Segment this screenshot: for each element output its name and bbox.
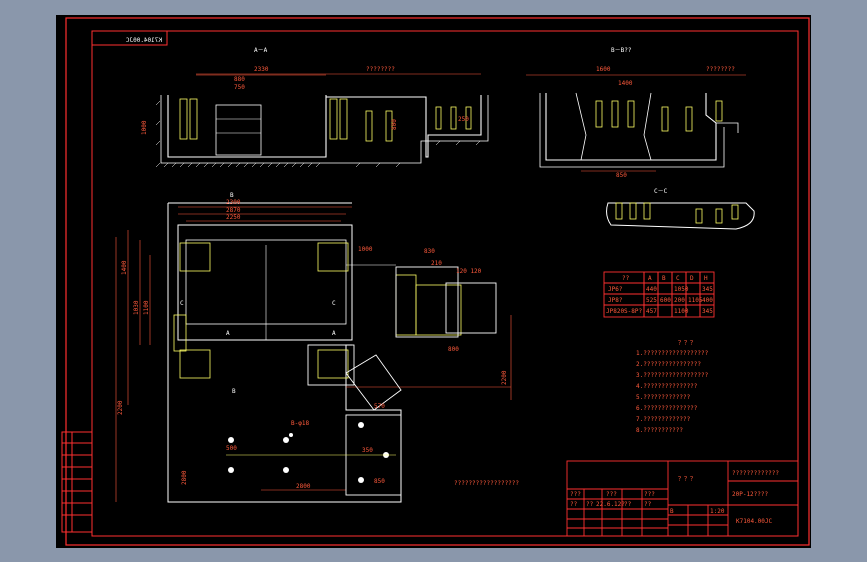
tb-row2-4: ?? xyxy=(644,501,652,508)
svg-text:B: B xyxy=(230,192,234,199)
svg-text:B: B xyxy=(670,508,674,515)
section-bb-note: ???????? xyxy=(706,66,735,73)
note-line: 5.????????????? xyxy=(636,394,691,401)
drawing-number: K7104.00JC xyxy=(736,518,773,525)
svg-text:750: 750 xyxy=(234,84,245,91)
section-aa: A－A ???????? 2330 880 750 1000 800 250 xyxy=(141,47,489,168)
svg-text:850: 850 xyxy=(374,478,385,485)
note-line: 2.???????????????? xyxy=(636,361,701,368)
spec-table: ?? A B C D H JP6? 440 1050 345 JP8? 525 … xyxy=(603,271,715,318)
drawing-title-line2: 20P-12???? xyxy=(732,491,769,498)
plan-view: B 2300 2870 2250 1400 1030 1100 2200 280… xyxy=(115,192,519,503)
tb-row2-1: ?? xyxy=(586,501,594,508)
cad-drawing-viewport[interactable]: K7104.00JC A－A ???????? 2330 880 750 100… xyxy=(56,15,811,548)
svg-text:2330: 2330 xyxy=(254,66,269,73)
technical-notes: ？？？ 1.?????????????????? 2.?????????????… xyxy=(636,340,709,434)
section-cc-label: C－C xyxy=(654,188,668,195)
note-line: 6.??????????????? xyxy=(636,405,698,412)
table-cell: JP820S-8P? xyxy=(606,308,643,315)
svg-text:1100: 1100 xyxy=(143,300,150,315)
svg-text:A: A xyxy=(226,330,230,337)
svg-text:2800: 2800 xyxy=(296,483,311,490)
svg-text:1400: 1400 xyxy=(121,260,128,275)
svg-text:2870: 2870 xyxy=(226,207,241,214)
svg-text:120 120: 120 120 xyxy=(456,268,482,275)
table-cell: 1105 xyxy=(688,297,703,304)
table-cell: JP8? xyxy=(608,297,623,304)
tb-row2-date: 22.6.12? xyxy=(596,501,625,508)
section-bb: B－B?? ???????? 1600 1400 850 xyxy=(526,47,746,179)
svg-text:880: 880 xyxy=(234,76,245,83)
svg-text:800: 800 xyxy=(391,119,398,130)
svg-text:350: 350 xyxy=(362,447,373,454)
svg-text:850: 850 xyxy=(616,172,627,179)
tb-row1-1: ??? xyxy=(606,491,617,498)
svg-text:C: C xyxy=(180,300,184,307)
svg-text:A: A xyxy=(332,330,336,337)
svg-text:2300: 2300 xyxy=(226,199,241,206)
table-cell: 1050 xyxy=(674,286,689,293)
svg-text:1030: 1030 xyxy=(133,300,140,315)
svg-text:??????????????????: ?????????????????? xyxy=(454,480,519,487)
svg-text:2250: 2250 xyxy=(226,214,241,221)
svg-text:800: 800 xyxy=(448,346,459,353)
notes-title: ？？？ xyxy=(678,340,696,347)
table-cell: 600 xyxy=(660,297,671,304)
table-cell: 457 xyxy=(646,308,657,315)
drawing-scale: 1:20 xyxy=(710,508,725,515)
svg-text:830: 830 xyxy=(424,248,435,255)
svg-text:B-φ18: B-φ18 xyxy=(291,420,309,427)
table-header-4: D xyxy=(690,275,694,282)
svg-text:1000: 1000 xyxy=(358,246,373,253)
note-line: 8.??????????? xyxy=(636,427,683,434)
svg-text:B: B xyxy=(232,388,236,395)
svg-text:2200: 2200 xyxy=(501,370,508,385)
drawing-title: ？？？ xyxy=(678,476,696,483)
tb-row1-2: ??? xyxy=(644,491,655,498)
table-header-2: B xyxy=(662,275,666,282)
mirror-drawing-number: K7104.00JC xyxy=(125,37,162,44)
svg-text:C: C xyxy=(332,300,336,307)
note-line: 4.??????????????? xyxy=(636,383,698,390)
table-cell: 200 xyxy=(674,297,685,304)
table-cell: 525 xyxy=(646,297,657,304)
note-line: 3.?????????????????? xyxy=(636,372,709,379)
note-line: 1.?????????????????? xyxy=(636,350,709,357)
section-bb-label: B－B?? xyxy=(611,47,632,54)
table-cell: 400 xyxy=(702,297,713,304)
svg-text:1600: 1600 xyxy=(596,66,611,73)
section-cc: C－C xyxy=(606,188,755,230)
table-cell: JP6? xyxy=(608,286,623,293)
section-aa-label: A－A xyxy=(254,47,268,54)
svg-text:1400: 1400 xyxy=(618,80,633,87)
table-cell: 345 xyxy=(702,308,713,315)
table-header-5: H xyxy=(704,275,708,282)
table-header-1: A xyxy=(648,275,652,282)
table-cell: 345 xyxy=(702,286,713,293)
table-header-3: C xyxy=(676,275,680,282)
svg-text:570: 570 xyxy=(374,403,385,410)
table-cell: 440 xyxy=(646,286,657,293)
note-line: 7.????????????? xyxy=(636,416,691,423)
table-cell: 1100 xyxy=(674,308,689,315)
table-header-0: ?? xyxy=(622,275,630,282)
svg-text:2800: 2800 xyxy=(181,470,188,485)
drawing-subtitle: ????????????? xyxy=(732,470,779,477)
svg-text:2200: 2200 xyxy=(117,400,124,415)
svg-text:1000: 1000 xyxy=(141,120,148,135)
cad-drawing-canvas: K7104.00JC A－A ???????? 2330 880 750 100… xyxy=(61,17,810,546)
section-aa-note: ???????? xyxy=(366,66,395,73)
svg-text:500: 500 xyxy=(226,445,237,452)
tb-row1-0: ??? xyxy=(570,491,581,498)
svg-text:250: 250 xyxy=(458,116,469,123)
svg-text:210: 210 xyxy=(431,260,442,267)
tb-row2-0: ?? xyxy=(570,501,578,508)
frame-outer xyxy=(65,17,810,546)
tb-row2-3: ?? xyxy=(624,501,632,508)
